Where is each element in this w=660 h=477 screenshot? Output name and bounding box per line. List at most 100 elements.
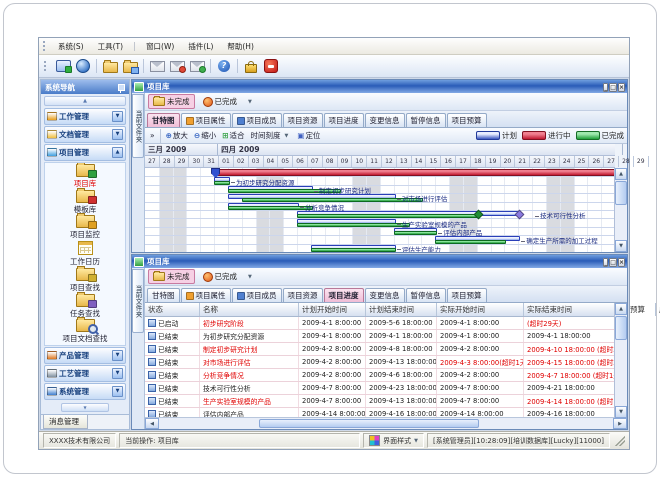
table-row[interactable]: 已结束分析竞争情况2009-4-2 8:00:002009-4-6 18:00:… <box>145 369 615 382</box>
item-project-library[interactable]: 项目库 <box>74 164 97 189</box>
actual-bar-生产实验室规模的产品[interactable] <box>297 223 410 227</box>
table-vertical-scrollbar[interactable]: ▲ ▼ <box>614 303 627 418</box>
maximize-button[interactable]: □ <box>609 83 617 92</box>
table-row[interactable]: 已结束为初步研究分配资源2009-4-1 8:00:002009-4-1 18:… <box>145 330 615 343</box>
filter-unfinished[interactable]: 未完成 <box>148 94 195 109</box>
menu-system[interactable]: 系统(S) <box>52 40 90 53</box>
table-row[interactable]: 已结束生产实验室规模的产品2009-4-7 8:00:002009-4-13 1… <box>145 395 615 408</box>
item-work-calendar[interactable]: 工作日历 <box>70 241 100 267</box>
scroll-thumb[interactable] <box>615 181 627 205</box>
sidebar-more-button[interactable]: ▼ <box>61 403 109 412</box>
sidebar-collapse-button[interactable]: ▲ <box>44 96 126 106</box>
scroll-right-icon[interactable]: ▶ <box>613 418 627 429</box>
toolbar-grip[interactable] <box>44 61 48 71</box>
scroll-track[interactable] <box>159 418 613 429</box>
fit-button[interactable]: ⊞适合 <box>220 130 246 141</box>
actual-bar-为初步研究分配资源[interactable] <box>214 181 230 185</box>
tab-current-folder[interactable]: 当前文件夹 <box>132 269 144 333</box>
resize-grip[interactable] <box>615 436 625 446</box>
group-project[interactable]: 项目管理▲ <box>44 144 126 161</box>
column-header-实际开始时间[interactable]: 实际开始时间 <box>437 303 524 316</box>
scroll-left-icon[interactable]: ◀ <box>145 418 159 429</box>
tab-项目属性[interactable]: 项目属性 <box>181 113 231 127</box>
locate-button[interactable]: ▣定位 <box>295 130 322 141</box>
folder-window-icon[interactable] <box>122 58 138 74</box>
minimize-button[interactable]: _ <box>603 83 608 92</box>
menubar-grip[interactable] <box>43 41 47 51</box>
zoom-out-button[interactable]: ⊖缩小 <box>192 130 218 141</box>
actual-bar-确定生产所需的加工过程[interactable] <box>435 240 506 244</box>
item-project-monitor[interactable]: 项目监控 <box>70 215 100 240</box>
menu-window[interactable]: 窗口(W) <box>140 40 180 53</box>
tab-项目进度[interactable]: 项目进度 <box>324 113 364 127</box>
item-task-search[interactable]: 任务查找 <box>70 294 100 319</box>
filter-dropdown-icon[interactable]: ▼ <box>245 99 255 105</box>
table-row[interactable]: 已结束技术可行性分析2009-4-7 8:00:002009-4-23 18:0… <box>145 382 615 395</box>
column-header-预算[interactable]: 预算 <box>627 303 656 316</box>
scroll-thumb[interactable] <box>259 419 479 428</box>
client-monitor-icon[interactable] <box>55 58 71 74</box>
tab-甘特图[interactable]: 甘特图 <box>147 288 180 302</box>
expand-icon[interactable]: ▼ <box>112 368 123 379</box>
close-button[interactable]: × <box>618 83 625 92</box>
exit-icon[interactable] <box>263 58 279 74</box>
menu-tools[interactable]: 工具(T) <box>92 40 129 53</box>
scroll-down-icon[interactable]: ▼ <box>615 406 627 418</box>
zoom-in-button[interactable]: ⊕放大 <box>164 130 190 141</box>
scroll-down-icon[interactable]: ▼ <box>615 240 627 252</box>
tab-暂停信息[interactable]: 暂停信息 <box>406 288 446 302</box>
menu-plugin[interactable]: 插件(L) <box>182 40 219 53</box>
filter-finished[interactable]: 已完成 <box>198 94 243 109</box>
tab-项目进度[interactable]: 项目进度 <box>324 288 364 302</box>
expand-icon[interactable]: ▼ <box>112 350 123 361</box>
scroll-up-icon[interactable]: ▲ <box>615 168 627 180</box>
column-header-实际结束时间[interactable]: 实际结束时间 <box>524 303 627 316</box>
mail-send-icon[interactable] <box>189 58 205 74</box>
column-header-计划开始时间[interactable]: 计划开始时间 <box>299 303 366 316</box>
item-project-search[interactable]: 项目查找 <box>70 268 100 293</box>
tab-项目成员[interactable]: 项目成员 <box>232 288 282 302</box>
scroll-track[interactable] <box>615 180 627 240</box>
column-header-成[interactable]: 成 <box>656 303 660 316</box>
tab-项目属性[interactable]: 项目属性 <box>181 288 231 302</box>
actual-bar-评估内部产品[interactable] <box>394 231 437 235</box>
tab-项目预算[interactable]: 项目预算 <box>447 288 487 302</box>
tab-current-folder[interactable]: 当前文件夹 <box>132 94 144 158</box>
lock-icon[interactable] <box>243 58 259 74</box>
pin-icon[interactable] <box>118 84 125 91</box>
table-row[interactable]: 已结束对市场进行评估2009-4-2 8:00:002009-4-13 18:0… <box>145 356 615 369</box>
scroll-thumb[interactable] <box>615 316 627 340</box>
mail-receive-icon[interactable] <box>169 58 185 74</box>
folder-icon[interactable] <box>102 58 118 74</box>
filter-unfinished[interactable]: 未完成 <box>148 269 195 284</box>
expand-icon[interactable]: ▼ <box>112 129 123 140</box>
filter-finished[interactable]: 已完成 <box>198 269 243 284</box>
style-selector[interactable]: 界面样式 ▼ <box>363 433 424 448</box>
tab-项目预算[interactable]: 项目预算 <box>447 113 487 127</box>
actual-bar-评估生产能力[interactable] <box>311 248 396 252</box>
tab-项目资源[interactable]: 项目资源 <box>283 288 323 302</box>
column-header-状态[interactable]: 状态 <box>145 303 200 316</box>
item-template-library[interactable]: 模板库 <box>74 190 97 215</box>
tab-暂停信息[interactable]: 暂停信息 <box>406 113 446 127</box>
tab-message-management[interactable]: 消息管理 <box>43 415 88 429</box>
maximize-button[interactable]: □ <box>609 258 617 267</box>
summary-bar-初步研究阶段[interactable] <box>214 169 617 176</box>
table-row[interactable]: 已结束制定初步研究计划2009-4-2 8:00:002009-4-8 18:0… <box>145 343 615 356</box>
scroll-track[interactable] <box>615 315 627 406</box>
group-product[interactable]: 产品管理▼ <box>44 347 126 364</box>
gantt-vertical-scrollbar[interactable]: ▲ ▼ <box>614 168 627 252</box>
help-icon[interactable]: ? <box>216 58 232 74</box>
group-system[interactable]: 系统管理▼ <box>44 383 126 400</box>
tab-变更信息[interactable]: 变更信息 <box>365 288 405 302</box>
filter-dropdown-icon[interactable]: ▼ <box>245 274 255 280</box>
group-document[interactable]: 文档管理▼ <box>44 126 126 143</box>
minimize-button[interactable]: _ <box>603 258 608 267</box>
item-project-doc-search[interactable]: 项目文档查找 <box>63 319 108 344</box>
table-row[interactable]: 已结束评估内部产品2009-4-14 8:00:002009-4-16 18:0… <box>145 408 615 417</box>
tab-项目资源[interactable]: 项目资源 <box>283 113 323 127</box>
mail-icon[interactable] <box>149 58 165 74</box>
expand-icon[interactable]: ▼ <box>112 111 123 122</box>
group-work[interactable]: 工作管理▼ <box>44 108 126 125</box>
tab-变更信息[interactable]: 变更信息 <box>365 113 405 127</box>
